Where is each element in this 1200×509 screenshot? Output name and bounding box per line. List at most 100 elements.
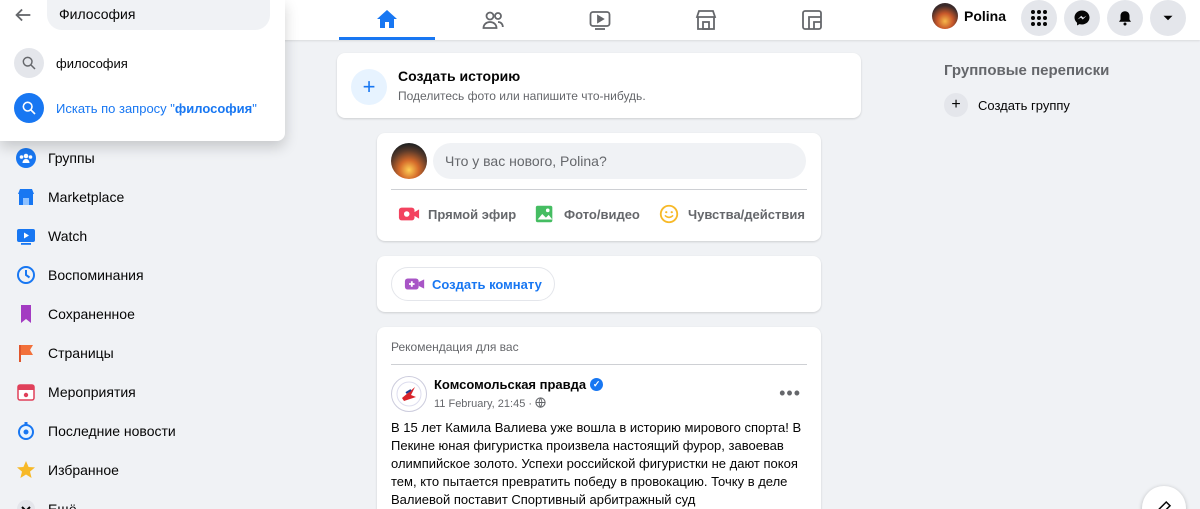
bookmark-icon	[16, 304, 36, 324]
create-room-button[interactable]: Создать комнату	[391, 267, 555, 301]
sidebar-item-label: Сохраненное	[48, 305, 135, 322]
feeling-activity-button[interactable]: Чувства/действия	[658, 203, 805, 225]
recommended-post: Рекомендация для вас Комсомольская правд…	[377, 327, 821, 509]
query-suffix: "	[252, 100, 257, 116]
create-group-button[interactable]: + Создать группу	[944, 93, 1070, 117]
search-input[interactable]: Философия	[47, 0, 270, 30]
sidebar-item-pages[interactable]: Страницы	[16, 333, 316, 372]
post-date: 11 February, 21:45 ·	[434, 398, 533, 410]
nav-gaming-tab[interactable]	[764, 0, 860, 40]
post-composer: Что у вас нового, Polina? Прямой эфир Фо…	[377, 133, 821, 241]
plus-icon: +	[351, 69, 387, 105]
sidebar-item-label: Marketplace	[48, 188, 125, 205]
create-story-subtitle: Поделитесь фото или напишите что-нибудь.	[398, 89, 646, 103]
photo-video-button[interactable]: Фото/видео	[534, 203, 640, 225]
sidebar-item-label: Watch	[48, 227, 88, 244]
friends-icon	[482, 11, 504, 29]
nav-friends-tab[interactable]	[445, 0, 541, 40]
notifications-button[interactable]	[1107, 0, 1143, 36]
home-icon	[377, 9, 397, 28]
sidebar-item-more[interactable]: Ещё	[16, 489, 316, 509]
star-icon	[16, 460, 36, 480]
sidebar-item-label: Страницы	[48, 344, 114, 361]
search-suggestion[interactable]: философия	[14, 48, 128, 78]
search-query-label: Искать по запросу "философия"	[56, 101, 257, 116]
sidebar-item-events[interactable]: Мероприятия	[16, 372, 316, 411]
bell-icon	[1119, 11, 1131, 26]
search-icon	[14, 93, 44, 123]
query-term: философия	[174, 100, 253, 116]
photo-icon	[535, 205, 553, 223]
author-name: Комсомольская правда	[434, 377, 587, 392]
chevron-down-icon	[16, 499, 36, 509]
groups-icon	[16, 147, 36, 168]
memories-icon	[16, 265, 36, 285]
store-icon	[695, 10, 717, 30]
create-room-card: Создать комнату	[377, 256, 821, 312]
sidebar-item-label: Мероприятия	[48, 383, 136, 400]
sidebar-item-label: Группы	[48, 149, 95, 166]
search-dropdown: Философия философия Искать по запросу "ф…	[0, 0, 285, 141]
calendar-icon	[16, 382, 36, 402]
create-story-card[interactable]: + Создать историю Поделитесь фото или на…	[337, 53, 861, 118]
plus-icon: +	[944, 93, 968, 117]
profile-button[interactable]: Polina	[932, 2, 1014, 30]
suggestion-label: философия	[56, 55, 128, 71]
divider	[391, 364, 807, 365]
sidebar-item-news[interactable]: Последние новости	[16, 411, 316, 450]
nav-home-tab[interactable]	[339, 0, 435, 40]
caret-down-icon	[1163, 15, 1173, 21]
avatar	[932, 3, 958, 29]
post-timestamp[interactable]: 11 February, 21:45 ·	[434, 397, 546, 410]
sidebar-item-memories[interactable]: Воспоминания	[16, 255, 316, 294]
avatar	[391, 143, 427, 179]
globe-icon	[535, 397, 546, 408]
menu-button[interactable]	[1021, 0, 1057, 36]
live-video-label: Прямой эфир	[428, 206, 517, 222]
new-message-button[interactable]	[1142, 486, 1186, 509]
nav-marketplace-tab[interactable]	[658, 0, 754, 40]
page-avatar[interactable]	[391, 376, 427, 412]
sidebar-item-label: Воспоминания	[48, 266, 144, 283]
video-plus-icon	[404, 278, 425, 290]
flag-icon	[16, 343, 36, 363]
news-icon	[16, 421, 36, 441]
query-prefix: Искать по запросу "	[56, 100, 175, 116]
sidebar-item-groups[interactable]: Группы	[16, 138, 316, 177]
sidebar-item-watch[interactable]: Watch	[16, 216, 316, 255]
grid-menu-icon	[1031, 10, 1047, 26]
live-video-icon	[398, 207, 420, 221]
live-video-button[interactable]: Прямой эфир	[398, 203, 516, 225]
feeling-activity-label: Чувства/действия	[688, 206, 805, 222]
video-icon	[589, 11, 611, 30]
messenger-button[interactable]	[1064, 0, 1100, 36]
watch-icon	[16, 226, 36, 246]
bird-logo-icon	[396, 381, 422, 407]
recommendation-label: Рекомендация для вас	[391, 340, 519, 354]
account-menu-button[interactable]	[1150, 0, 1186, 36]
post-author[interactable]: Комсомольская правда ✓	[434, 377, 604, 392]
sidebar-item-label: Ещё	[48, 500, 77, 509]
sidebar-item-favorites[interactable]: Избранное	[16, 450, 316, 489]
create-room-label: Создать комнату	[432, 276, 542, 292]
search-query-suggestion[interactable]: Искать по запросу "философия"	[14, 93, 257, 123]
group-chats-heading: Групповые переписки	[944, 62, 1110, 79]
marketplace-icon	[16, 187, 36, 207]
left-sidebar: Группы Marketplace Watch Воспоминания Со…	[16, 138, 316, 509]
create-group-label: Создать группу	[978, 97, 1070, 113]
messenger-icon	[1074, 10, 1090, 26]
sidebar-item-label: Последние новости	[48, 422, 176, 439]
nav-watch-tab[interactable]	[552, 0, 648, 40]
verified-badge-icon: ✓	[590, 378, 604, 391]
more-options-icon[interactable]: •••	[779, 383, 801, 404]
create-story-title: Создать историю	[398, 68, 521, 84]
back-arrow-icon[interactable]	[12, 4, 34, 26]
sidebar-item-saved[interactable]: Сохраненное	[16, 294, 316, 333]
smile-icon	[659, 204, 679, 224]
search-icon	[14, 48, 44, 78]
profile-name: Polina	[964, 8, 1007, 24]
sidebar-item-marketplace[interactable]: Marketplace	[16, 177, 316, 216]
post-input[interactable]: Что у вас нового, Polina?	[433, 143, 806, 179]
divider	[391, 189, 807, 190]
compose-icon	[1158, 500, 1172, 509]
